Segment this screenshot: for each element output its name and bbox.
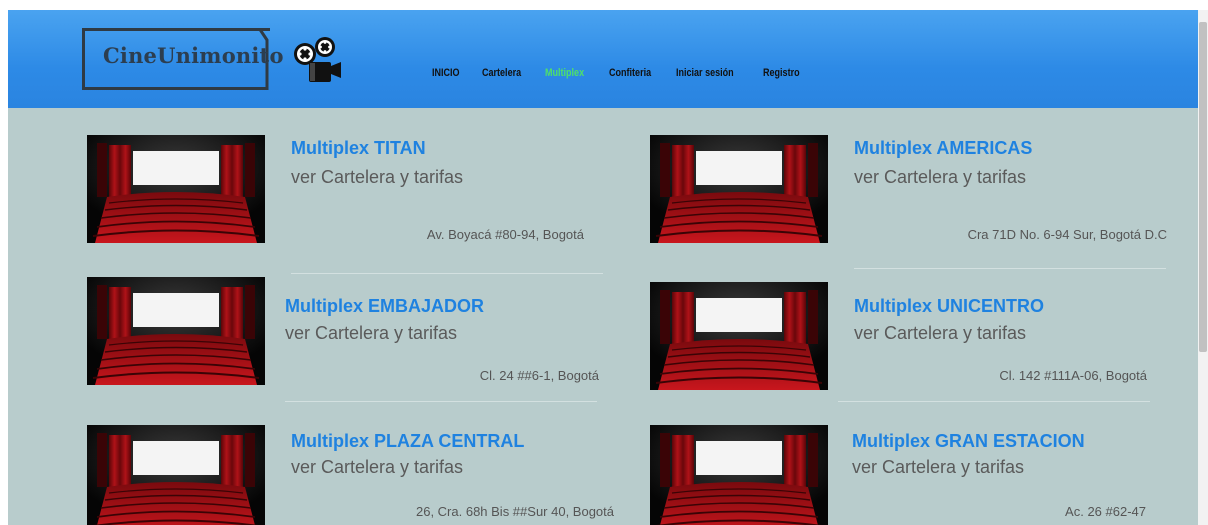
theater-thumbnail[interactable] bbox=[650, 135, 828, 243]
theater-link[interactable]: ver Cartelera y tarifas bbox=[285, 323, 457, 344]
theater-link[interactable]: ver Cartelera y tarifas bbox=[854, 167, 1026, 188]
nav-confiteria[interactable]: Confiteria bbox=[609, 67, 651, 79]
scrollbar-thumb[interactable] bbox=[1199, 22, 1207, 352]
nav-multiplex[interactable]: Multiplex bbox=[545, 67, 584, 79]
theater-address: Cl. 142 #111A-06, Bogotá bbox=[999, 368, 1147, 383]
theater-title[interactable]: Multiplex PLAZA CENTRAL bbox=[291, 431, 524, 452]
scrollbar[interactable] bbox=[1198, 10, 1208, 525]
theater-title[interactable]: Multiplex GRAN ESTACION bbox=[852, 431, 1085, 452]
theater-link[interactable]: ver Cartelera y tarifas bbox=[291, 457, 463, 478]
divider bbox=[838, 401, 1150, 402]
theater-address: Av. Boyacá #80-94, Bogotá bbox=[426, 227, 584, 242]
theater-thumbnail[interactable] bbox=[650, 425, 828, 525]
site-header: CineUnimonito INICIO Cartelera Multiplex… bbox=[8, 10, 1198, 108]
theater-address: Cra 71D No. 6-94 Sur, Bogotá D.C bbox=[967, 227, 1167, 242]
theater-thumbnail[interactable] bbox=[87, 277, 265, 385]
nav-iniciar-sesion[interactable]: Iniciar sesión bbox=[676, 67, 734, 79]
theater-link[interactable]: ver Cartelera y tarifas bbox=[852, 457, 1024, 478]
page: CineUnimonito INICIO Cartelera Multiplex… bbox=[8, 10, 1198, 525]
projector-icon bbox=[294, 37, 341, 82]
logo-text[interactable]: CineUnimonito bbox=[103, 43, 284, 68]
theater-title[interactable]: Multiplex UNICENTRO bbox=[854, 296, 1044, 317]
divider bbox=[291, 273, 603, 274]
nav-cartelera[interactable]: Cartelera bbox=[482, 67, 521, 79]
divider bbox=[285, 401, 597, 402]
theater-thumbnail[interactable] bbox=[87, 135, 265, 243]
divider bbox=[854, 268, 1166, 269]
theater-title[interactable]: Multiplex AMERICAS bbox=[854, 138, 1032, 159]
theater-link[interactable]: ver Cartelera y tarifas bbox=[291, 167, 463, 188]
theater-thumbnail[interactable] bbox=[87, 425, 265, 525]
theater-title[interactable]: Multiplex TITAN bbox=[291, 138, 426, 159]
theater-link[interactable]: ver Cartelera y tarifas bbox=[854, 323, 1026, 344]
theater-address: 26, Cra. 68h Bis ##Sur 40, Bogotá bbox=[415, 504, 614, 519]
nav-inicio[interactable]: INICIO bbox=[432, 67, 460, 79]
main-nav: INICIO Cartelera Multiplex Confiteria In… bbox=[432, 67, 807, 79]
theater-address: Ac. 26 #62-47 bbox=[1065, 504, 1146, 519]
theater-address: Cl. 24 ##6-1, Bogotá bbox=[479, 368, 599, 383]
nav-registro[interactable]: Registro bbox=[763, 67, 800, 79]
theater-thumbnail[interactable] bbox=[650, 282, 828, 390]
theater-title[interactable]: Multiplex EMBAJADOR bbox=[285, 296, 484, 317]
